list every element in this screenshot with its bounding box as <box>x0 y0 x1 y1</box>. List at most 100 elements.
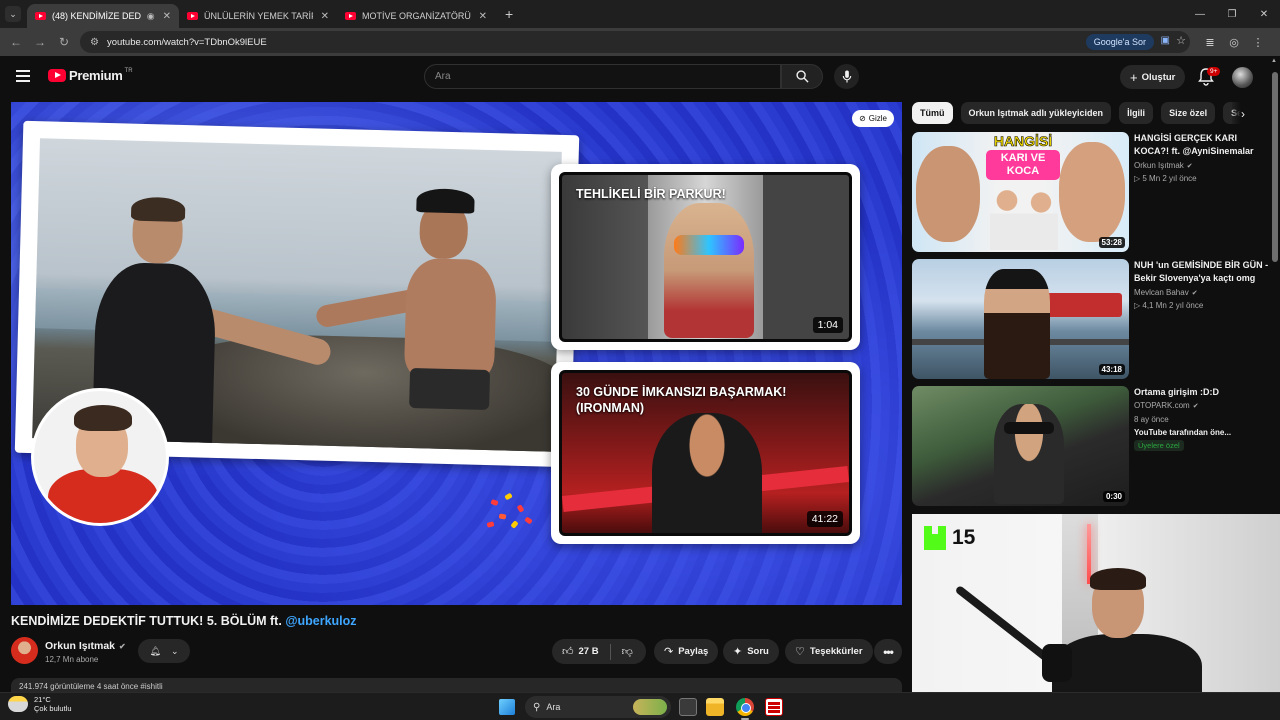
logo-text: Premium <box>69 68 123 83</box>
tab-close-icon[interactable]: ✕ <box>163 11 171 22</box>
voice-search-button[interactable] <box>834 64 859 89</box>
tab-search-button[interactable]: ⌄ <box>5 6 21 22</box>
temperature: 21°C <box>34 695 51 704</box>
create-button[interactable]: + Oluştur <box>1120 65 1186 89</box>
thanks-label: Teşekkürler <box>809 646 863 657</box>
description-meta: 241.974 görüntüleme 4 saat önce #ishitli <box>19 682 163 691</box>
super-thanks-icon: ♡ <box>795 646 805 658</box>
video-meta: 8 ay önce <box>1134 415 1169 424</box>
subscriber-count: 12,7 Mn abone <box>45 655 99 664</box>
search-input[interactable]: Ara <box>424 64 781 89</box>
channel-avatar[interactable] <box>11 637 38 664</box>
app-icon[interactable] <box>765 698 783 716</box>
maximize-button[interactable]: ❐ <box>1216 9 1248 20</box>
chip-related[interactable]: İlgili <box>1119 102 1154 124</box>
video-title[interactable]: HANGİSİ GERÇEK KARI KOCA?! ft. @AyniSine… <box>1134 132 1274 158</box>
end-card-duration: 1:04 <box>812 317 843 333</box>
video-channel[interactable]: Mevlcan Bahav ✔ <box>1134 288 1198 297</box>
thanks-button[interactable]: ♡ Teşekkürler <box>785 639 873 664</box>
address-bar[interactable]: ⚙ youtube.com/watch?v=TDbnOk9lEUE Google… <box>80 31 1190 53</box>
sparkle-icon: ✦ <box>733 646 743 658</box>
verified-check-icon: ✔ <box>1191 289 1198 297</box>
weather-widget[interactable]: 21°C Çok bulutlu <box>8 695 72 714</box>
search-button[interactable] <box>781 64 823 89</box>
google-ask-label: Google'a Sor <box>1093 37 1146 47</box>
video-title[interactable]: Ortama girişim :D:D <box>1134 386 1274 399</box>
reading-list-icon[interactable]: ≣ <box>1198 36 1222 49</box>
title-mention-link[interactable]: @uberkuloz <box>285 614 356 628</box>
window-controls: — ❐ ✕ <box>1184 0 1280 28</box>
bell-icon: 🔔︎ <box>149 645 161 656</box>
video-player[interactable]: TEHLİKELİ BİR PARKUR! 1:04 30 GÜNDE İMKA… <box>11 102 902 605</box>
end-card-duration: 41:22 <box>806 511 843 527</box>
share-button[interactable]: ↷ Paylaş <box>654 639 719 664</box>
channel-name-text: Orkun Işıtmak <box>45 640 116 652</box>
scrollbar-thumb[interactable] <box>1272 72 1278 262</box>
google-ask-button[interactable]: Google'a Sor <box>1085 34 1154 50</box>
video-title[interactable]: NUH 'un GEMİSİNDE BİR GÜN - Bekir Sloven… <box>1134 259 1274 285</box>
end-card-video-2[interactable]: 30 GÜNDE İMKANSIZI BAŞARMAK! (IRONMAN) 4… <box>551 362 860 544</box>
notification-preferences-button[interactable]: 🔔︎ ⌄ <box>138 639 190 663</box>
browser-toolbar: ← → ↻ ⚙ youtube.com/watch?v=TDbnOk9lEUE … <box>0 28 1280 56</box>
back-arrow-icon[interactable]: ← <box>4 35 28 49</box>
tab-motive-organizatoru[interactable]: MOTİVE ORGANİZATÖRÜ DOL ✕ <box>337 4 495 28</box>
minimize-button[interactable]: — <box>1184 9 1216 20</box>
chevron-down-icon: ⌄ <box>170 645 179 656</box>
chip-from-uploader[interactable]: Orkun Işıtmak adlı yükleyiciden <box>960 102 1112 124</box>
hide-end-cards-button[interactable]: ⊘ Gizle <box>852 110 894 127</box>
tab-unlulerin-yemek[interactable]: ÜNLÜLERİN YEMEK TARİFLERİN ✕ <box>179 4 337 28</box>
recommended-video-2[interactable]: 43:18 NUH 'un GEMİSİNDE BİR GÜN - Bekir … <box>912 259 1272 381</box>
viewer-count: 15 <box>952 526 976 549</box>
youtube-premium-logo[interactable]: Premium TR <box>48 68 133 83</box>
chevron-right-icon[interactable]: › <box>1232 102 1254 126</box>
tab-close-icon[interactable]: ✕ <box>479 11 487 22</box>
audio-playing-icon[interactable]: ◉ <box>147 11 155 22</box>
windows-start-icon[interactable] <box>499 699 515 715</box>
taskbar-search[interactable]: ⚲ Ara <box>525 696 671 718</box>
more-actions-button[interactable]: ••• <box>874 639 902 664</box>
new-tab-button[interactable]: + <box>505 6 513 22</box>
like-count[interactable]: 27 B <box>579 646 599 657</box>
file-explorer-icon[interactable] <box>706 698 724 716</box>
forward-arrow-icon[interactable]: → <box>28 35 52 49</box>
video-thumbnail[interactable]: 43:18 <box>912 259 1129 379</box>
channel-name[interactable]: Orkun Işıtmak ✔ <box>45 640 126 652</box>
recommended-video-3[interactable]: 0:30 Ortama girişim :D:D OTOPARK.com ✔ 8… <box>912 386 1272 508</box>
chrome-menu-icon[interactable]: ⋮ <box>1246 36 1270 49</box>
account-avatar[interactable] <box>1232 67 1253 88</box>
video-channel[interactable]: Orkun Işıtmak ✔ <box>1134 161 1193 170</box>
thumbnail-text: HANGİSİ <box>993 133 1053 149</box>
video-channel[interactable]: OTOPARK.com ✔ <box>1134 401 1199 410</box>
channel-name-text: Orkun Işıtmak <box>1134 161 1184 170</box>
search-highlight-icon <box>633 699 667 715</box>
chip-all[interactable]: Tümü <box>912 102 953 124</box>
menu-icon[interactable] <box>16 70 30 85</box>
youtube-favicon-icon <box>187 12 198 20</box>
reload-icon[interactable]: ↻ <box>52 35 76 49</box>
recommended-video-1[interactable]: HANGİSİ KARI VE KOCA 53:28 HANGİSİ GERÇE… <box>912 132 1272 254</box>
video-thumbnail[interactable]: 0:30 <box>912 386 1129 506</box>
bookmark-star-icon[interactable]: ☆ <box>1176 34 1186 47</box>
members-only-badge: Üyelere özel <box>1134 440 1184 451</box>
end-card-video-1[interactable]: TEHLİKELİ BİR PARKUR! 1:04 <box>551 164 860 350</box>
page-scrollbar[interactable]: ▲ <box>1270 56 1280 514</box>
end-card-title: 30 GÜNDE İMKANSIZI BAŞARMAK! (IRONMAN) <box>576 385 787 415</box>
streamer-webcam-overlay: 15 <box>912 514 1280 692</box>
profile-icon[interactable]: ◎ <box>1222 36 1246 49</box>
microphone-icon <box>842 70 851 83</box>
tab-close-icon[interactable]: ✕ <box>321 11 329 22</box>
tab-kendimize-dedektif[interactable]: (48) KENDİMİZE DEDEKTİF ◉ ✕ <box>27 4 179 28</box>
close-window-button[interactable]: ✕ <box>1248 9 1280 20</box>
thumbs-down-icon[interactable]: 👎︎ <box>622 645 633 658</box>
search-placeholder: Ara <box>435 71 451 82</box>
translate-icon[interactable]: ▣ <box>1161 35 1170 46</box>
share-arrow-icon: ↷ <box>664 646 674 658</box>
scroll-up-icon[interactable]: ▲ <box>1271 58 1277 64</box>
thumbs-up-icon[interactable]: 👍︎ <box>562 645 574 658</box>
chrome-icon[interactable] <box>736 698 754 716</box>
chip-for-you[interactable]: Size özel <box>1161 102 1216 124</box>
task-view-icon[interactable] <box>679 698 697 716</box>
ask-button[interactable]: ✦ Soru <box>723 639 779 664</box>
site-info-icon[interactable]: ⚙ <box>90 37 99 48</box>
video-thumbnail[interactable]: HANGİSİ KARI VE KOCA 53:28 <box>912 132 1129 252</box>
